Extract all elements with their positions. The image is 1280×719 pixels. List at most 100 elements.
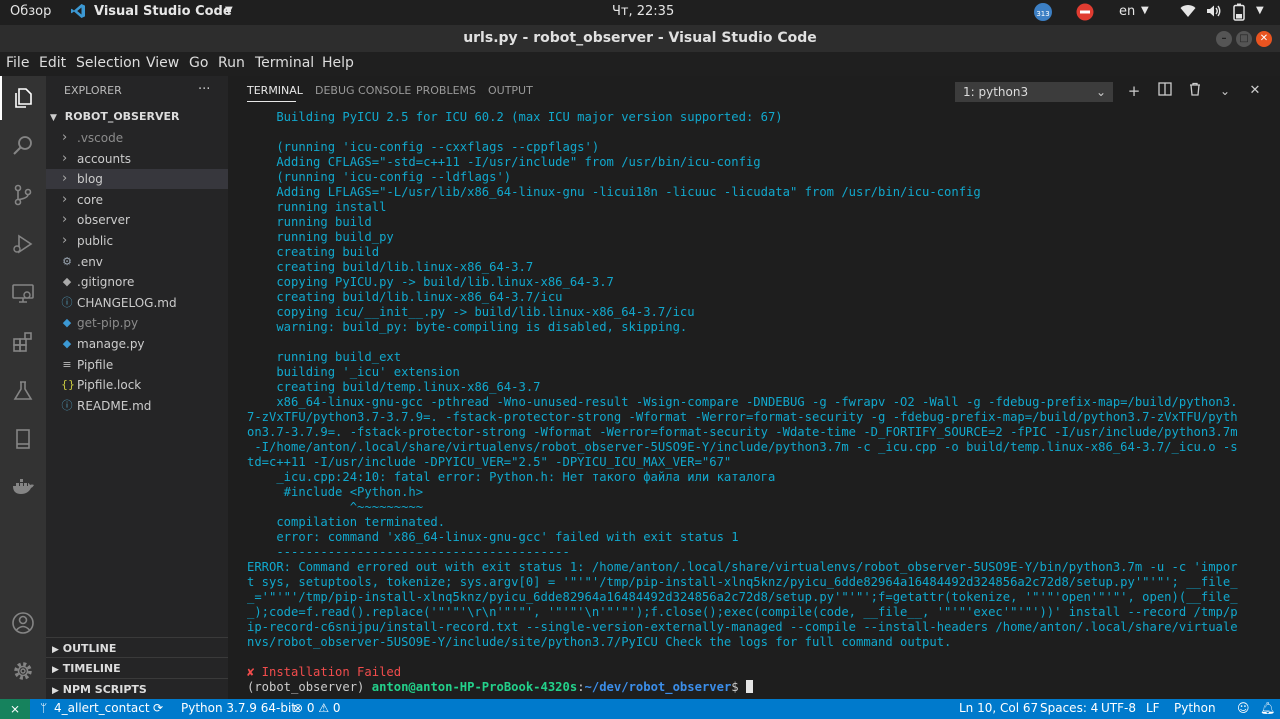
window-titlebar: urls.py - robot_observer - Visual Studio… xyxy=(0,25,1280,52)
chevron-down-icon: ⌄ xyxy=(1095,85,1106,99)
tab-output[interactable]: OUTPUT xyxy=(488,84,533,97)
search-icon[interactable] xyxy=(10,133,36,159)
tree-item[interactable]: {} Pipfile.lock xyxy=(46,375,228,395)
keyboard-layout[interactable]: en xyxy=(1119,4,1135,19)
tree-item[interactable]: › public xyxy=(46,231,228,251)
system-menu-chevron-icon[interactable]: ▼ xyxy=(1256,5,1264,16)
prompt-user: anton@anton-HP-ProBook-4320s xyxy=(371,680,578,694)
tree-item[interactable]: ⓘ README.md xyxy=(46,396,228,416)
terminal-line: td=c++11 -I/usr/include -DPYICU_VER="2.5… xyxy=(247,455,732,469)
tree-item[interactable]: ◆ manage.py xyxy=(46,334,228,354)
testing-icon[interactable] xyxy=(10,378,36,404)
system-top-bar: Обзор Visual Studio Code ▼ Чт, 22:35 313… xyxy=(0,0,1280,25)
notifications-bell-icon[interactable]: 🔔︎ xyxy=(1260,701,1275,715)
sync-icon[interactable]: ⟳ xyxy=(153,701,163,715)
tree-item[interactable]: ◆ .gitignore xyxy=(46,272,228,292)
close-window-icon[interactable]: ✕ xyxy=(1256,31,1272,47)
terminal-line: _='"'"'/tmp/pip-install-xlnq5knz/pyicu_6… xyxy=(247,590,1238,604)
close-icon[interactable]: ✕ xyxy=(1246,82,1264,100)
tab-debug-console[interactable]: DEBUG CONSOLE xyxy=(315,84,411,97)
account-icon[interactable] xyxy=(10,610,36,636)
docker-icon[interactable] xyxy=(10,475,36,501)
prompt-env: (robot_observer) xyxy=(247,680,372,694)
more-actions-icon[interactable]: ··· xyxy=(198,82,210,97)
timeline-section[interactable]: ▶ TIMELINE xyxy=(46,657,228,678)
tab-problems[interactable]: PROBLEMS xyxy=(416,84,476,97)
wifi-icon[interactable] xyxy=(1180,4,1196,22)
menu-selection[interactable]: Selection xyxy=(76,55,141,71)
active-tab-indicator xyxy=(247,101,296,102)
tree-item[interactable]: › core xyxy=(46,190,228,210)
terminal-line: running build_ext xyxy=(247,350,402,364)
line-ending[interactable]: LF xyxy=(1146,701,1160,715)
git-branch[interactable]: 4_allert_contact xyxy=(54,701,150,715)
app-menu-chevron-icon: ▼ xyxy=(225,5,233,16)
menu-file[interactable]: File xyxy=(6,55,29,71)
npm-scripts-section[interactable]: ▶ NPM SCRIPTS xyxy=(46,678,228,699)
menu-edit[interactable]: Edit xyxy=(39,55,66,71)
clock[interactable]: Чт, 22:35 xyxy=(612,4,674,19)
do-not-disturb-icon[interactable] xyxy=(1076,3,1094,25)
tree-item-label: CHANGELOG.md xyxy=(77,295,177,310)
tab-terminal[interactable]: TERMINAL xyxy=(247,84,303,97)
explorer-icon[interactable] xyxy=(10,85,36,111)
battery-icon[interactable] xyxy=(1233,3,1245,25)
menu-terminal[interactable]: Terminal xyxy=(255,55,314,71)
tree-item[interactable]: ≡ Pipfile xyxy=(46,355,228,375)
problems-count[interactable]: ⊗ 0 ⚠ 0 xyxy=(293,701,341,715)
menu-run[interactable]: Run xyxy=(218,55,245,71)
plus-icon[interactable]: + xyxy=(1125,82,1143,100)
feedback-icon[interactable]: ☺ xyxy=(1237,701,1250,715)
bookmark-icon[interactable] xyxy=(10,426,36,452)
terminal-cursor xyxy=(745,680,753,693)
language-mode[interactable]: Python xyxy=(1174,701,1216,715)
remote-explorer-icon[interactable] xyxy=(10,280,36,306)
chevron-down-icon[interactable]: ⌄ xyxy=(1216,82,1234,100)
menu-help[interactable]: Help xyxy=(322,55,354,71)
extensions-icon[interactable] xyxy=(10,329,36,355)
tree-item-label: blog xyxy=(77,172,103,187)
tree-item[interactable]: ◆ get-pip.py xyxy=(46,313,228,333)
outline-section[interactable]: ▶ OUTLINE xyxy=(46,637,228,658)
terminal-line: creating build/temp.linux-x86_64-3.7 xyxy=(247,380,541,394)
tree-item[interactable]: ⓘ CHANGELOG.md xyxy=(46,293,228,313)
tree-item[interactable]: › .vscode xyxy=(46,128,228,148)
split-icon[interactable] xyxy=(1156,82,1174,100)
menu-go[interactable]: Go xyxy=(189,55,208,71)
source-control-icon[interactable] xyxy=(10,182,36,208)
settings-gear-icon[interactable] xyxy=(10,658,36,684)
terminal-output[interactable]: Building PyICU 2.5 for ICU 60.2 (max ICU… xyxy=(247,110,1267,695)
tree-item[interactable]: ⚙ .env xyxy=(46,252,228,272)
braces-file-icon: {} xyxy=(61,378,75,392)
python-interpreter[interactable]: Python 3.7.9 64-bit xyxy=(181,701,296,715)
terminal-line: -I/home/anton/.local/share/virtualenvs/r… xyxy=(247,440,1238,454)
terminal-line: Building PyICU 2.5 for ICU 60.2 (max ICU… xyxy=(247,110,783,124)
info-file-icon: ⓘ xyxy=(61,398,73,412)
encoding[interactable]: UTF-8 xyxy=(1101,701,1136,715)
activities-button[interactable]: Обзор xyxy=(10,4,51,19)
maximize-icon[interactable]: □ xyxy=(1236,31,1252,47)
cursor-position[interactable]: Ln 10, Col 67 xyxy=(959,701,1038,715)
chevron-right-icon: ▶ xyxy=(52,645,59,655)
terminal-line: x86_64-linux-gnu-gcc -pthread -Wno-unuse… xyxy=(247,395,1238,409)
app-menu[interactable]: Visual Studio Code xyxy=(94,4,232,19)
updates-indicator-icon[interactable]: 313 xyxy=(1033,2,1053,26)
terminal-selector[interactable]: 1: python3 ⌄ xyxy=(955,82,1113,102)
terminal-line: running build xyxy=(247,215,372,229)
indentation[interactable]: Spaces: 4 xyxy=(1040,701,1098,715)
run-debug-icon[interactable] xyxy=(10,231,36,257)
menu-view[interactable]: View xyxy=(146,55,179,71)
remote-indicator[interactable]: ⨯ xyxy=(0,699,30,719)
terminal-line: ---------------------------------------- xyxy=(247,545,570,559)
tree-item[interactable]: › blog xyxy=(46,169,228,190)
tree-item-label: .vscode xyxy=(77,131,124,145)
trash-icon[interactable] xyxy=(1186,82,1204,100)
volume-icon[interactable] xyxy=(1206,4,1222,22)
tree-item[interactable]: › accounts xyxy=(46,149,228,169)
tree-item-label: README.md xyxy=(77,398,152,413)
project-folder-header[interactable]: ▼ ROBOT_OBSERVER xyxy=(46,110,228,128)
terminal-line: running install xyxy=(247,200,387,214)
tree-item[interactable]: › observer xyxy=(46,210,228,230)
minimize-icon[interactable]: – xyxy=(1216,31,1232,47)
tree-item-label: accounts xyxy=(77,151,132,166)
